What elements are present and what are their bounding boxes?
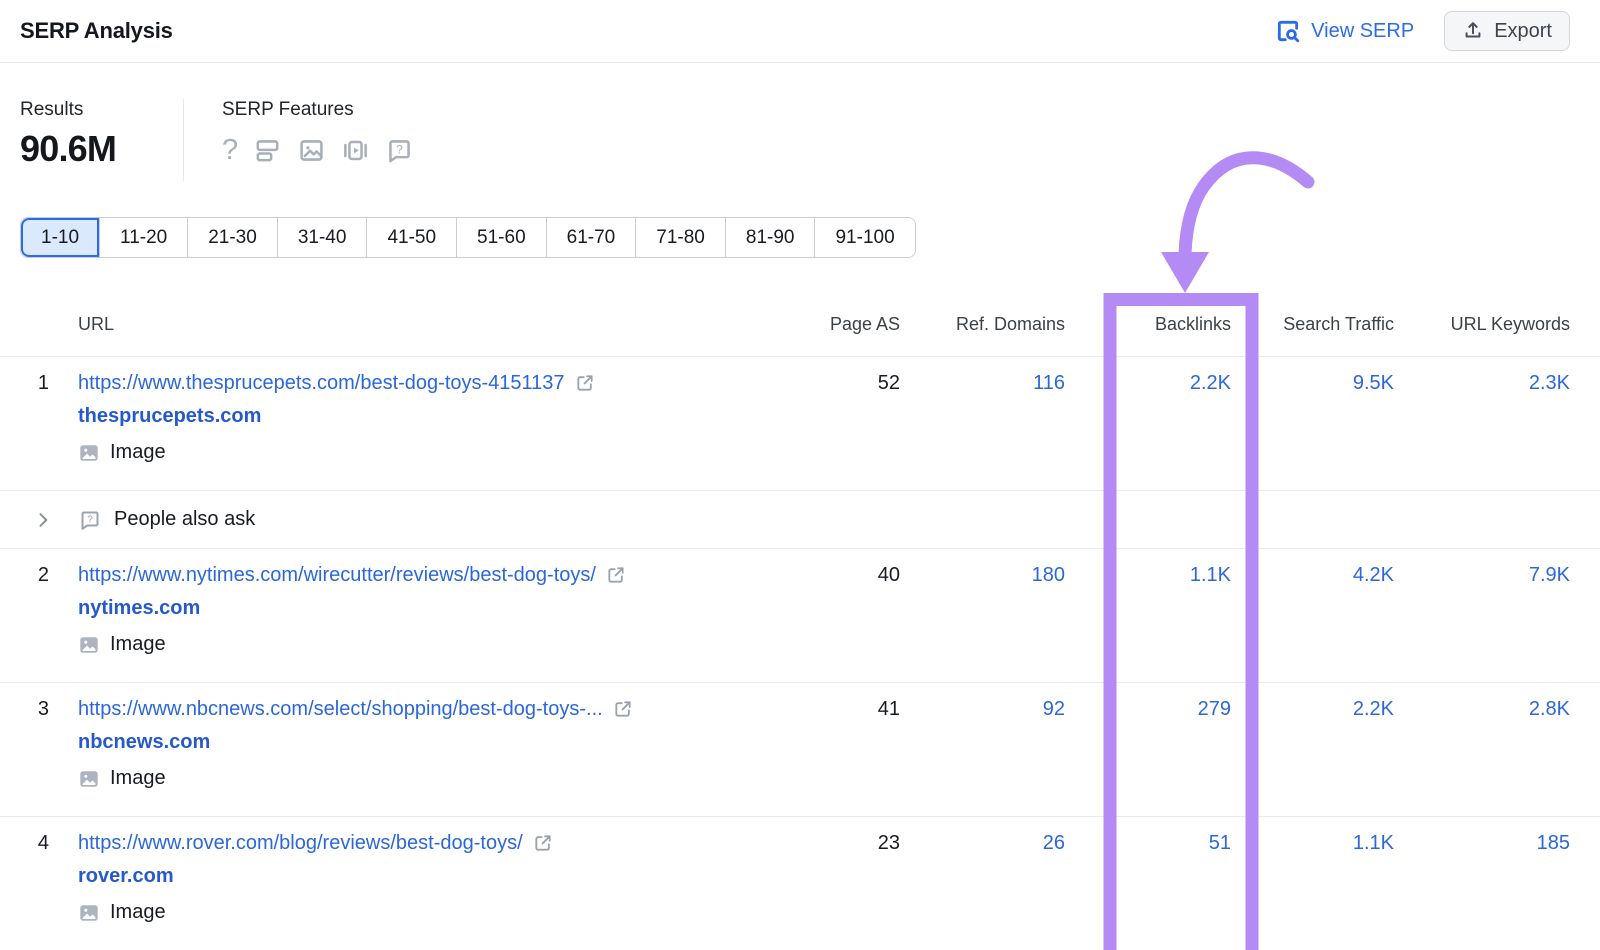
result-url-link[interactable]: https://www.nbcnews.com/select/shopping/… [78, 697, 603, 721]
chevron-right-icon[interactable] [33, 510, 53, 530]
page-tab-71-80[interactable]: 71-80 [635, 218, 725, 257]
external-link-icon[interactable] [533, 833, 553, 853]
ref-domains-value[interactable]: 116 [900, 357, 1065, 395]
video-icon [341, 136, 370, 165]
question-icon: ? [222, 136, 238, 165]
page-as-value: 52 [770, 357, 900, 395]
table-header-row: URL Page AS Ref. Domains Backlinks Searc… [0, 292, 1600, 357]
column-header-url-keywords: URL Keywords [1394, 314, 1600, 335]
image-feature-label: Image [110, 767, 166, 790]
results-value: 90.6M [20, 128, 183, 170]
page-as-value: 41 [770, 683, 900, 721]
image-feature-label: Image [110, 901, 166, 924]
result-url-link[interactable]: https://www.nytimes.com/wirecutter/revie… [78, 563, 596, 587]
external-link-icon[interactable] [613, 699, 633, 719]
serp-pagination: 1-10 11-20 21-30 31-40 41-50 51-60 61-70… [20, 217, 916, 258]
page-tab-81-90[interactable]: 81-90 [725, 218, 815, 257]
serp-analysis-page: SERP Analysis View SERP [0, 0, 1600, 950]
table-row: 4 https://www.rover.com/blog/reviews/bes… [0, 817, 1600, 950]
search-traffic-value[interactable]: 9.5K [1231, 357, 1394, 395]
page-tab-61-70[interactable]: 61-70 [546, 218, 636, 257]
backlinks-value[interactable]: 51 [1065, 817, 1231, 855]
ref-domains-value[interactable]: 92 [900, 683, 1065, 721]
column-header-url: URL [58, 314, 770, 335]
column-header-search-traffic: Search Traffic [1231, 314, 1394, 335]
external-link-icon[interactable] [575, 373, 595, 393]
serp-features-block: SERP Features ? [184, 99, 414, 181]
row-rank: 2 [0, 549, 58, 587]
export-button[interactable]: Export [1444, 11, 1570, 51]
result-url-link[interactable]: https://www.thesprucepets.com/best-dog-t… [78, 371, 565, 395]
table-row: 1 https://www.thesprucepets.com/best-dog… [0, 357, 1600, 491]
serp-features-label: SERP Features [222, 99, 414, 121]
result-domain-link[interactable]: rover.com [78, 865, 174, 887]
page-tab-1-10[interactable]: 1-10 [21, 218, 99, 257]
results-block: Results 90.6M [20, 99, 183, 181]
result-url-link[interactable]: https://www.rover.com/blog/reviews/best-… [78, 831, 523, 855]
serp-features-icons: ? [222, 134, 414, 166]
top-bar: SERP Analysis View SERP [0, 0, 1600, 63]
ref-domains-value[interactable]: 180 [900, 549, 1065, 587]
people-also-ask-label: People also ask [114, 508, 255, 531]
search-traffic-value[interactable]: 1.1K [1231, 817, 1394, 855]
search-traffic-value[interactable]: 4.2K [1231, 549, 1394, 587]
page-tab-21-30[interactable]: 21-30 [187, 218, 277, 257]
result-domain-link[interactable]: nytimes.com [78, 597, 200, 619]
search-traffic-value[interactable]: 2.2K [1231, 683, 1394, 721]
table-row: 2 https://www.nytimes.com/wirecutter/rev… [0, 549, 1600, 683]
page-tab-41-50[interactable]: 41-50 [366, 218, 456, 257]
page-title: SERP Analysis [20, 18, 173, 44]
url-keywords-value[interactable]: 7.9K [1394, 549, 1600, 587]
external-link-icon[interactable] [606, 565, 626, 585]
url-keywords-value[interactable]: 2.8K [1394, 683, 1600, 721]
question-bubble-icon: ? [78, 508, 102, 532]
svg-text:?: ? [396, 142, 403, 156]
view-serp-label: View SERP [1311, 20, 1414, 43]
page-tab-31-40[interactable]: 31-40 [277, 218, 367, 257]
results-label: Results [20, 99, 183, 121]
row-rank: 1 [0, 357, 58, 395]
people-also-ask-row[interactable]: ? People also ask [0, 491, 1600, 549]
serp-results-table: URL Page AS Ref. Domains Backlinks Searc… [0, 292, 1600, 950]
svg-text:?: ? [87, 514, 93, 525]
result-domain-link[interactable]: thesprucepets.com [78, 405, 261, 427]
ref-domains-value[interactable]: 26 [900, 817, 1065, 855]
backlinks-value[interactable]: 1.1K [1065, 549, 1231, 587]
page-as-value: 23 [770, 817, 900, 855]
image-feature-icon [78, 442, 100, 464]
image-feature-icon [78, 634, 100, 656]
annotation-arrowhead [1161, 252, 1209, 293]
image-pack-icon [297, 136, 326, 165]
view-serp-button[interactable]: View SERP [1275, 18, 1414, 44]
result-domain-link[interactable]: nbcnews.com [78, 731, 210, 753]
row-rank: 4 [0, 817, 58, 855]
column-header-backlinks: Backlinks [1065, 314, 1231, 335]
image-feature-label: Image [110, 633, 166, 656]
image-feature-icon [78, 902, 100, 924]
backlinks-value[interactable]: 279 [1065, 683, 1231, 721]
image-feature-label: Image [110, 441, 166, 464]
summary-section: Results 90.6M SERP Features ? [0, 63, 1600, 181]
table-row: 3 https://www.nbcnews.com/select/shoppin… [0, 683, 1600, 817]
people-also-ask-icon: ? [385, 136, 414, 165]
featured-snippet-icon [253, 136, 282, 165]
export-label: Export [1494, 20, 1552, 43]
page-tab-11-20[interactable]: 11-20 [99, 218, 187, 257]
url-keywords-value[interactable]: 185 [1394, 817, 1600, 855]
row-rank: 3 [0, 683, 58, 721]
column-header-ref-domains: Ref. Domains [900, 314, 1065, 335]
export-icon [1462, 20, 1484, 42]
url-keywords-value[interactable]: 2.3K [1394, 357, 1600, 395]
column-header-page-as: Page AS [770, 314, 900, 335]
view-serp-icon [1275, 18, 1301, 44]
backlinks-value[interactable]: 2.2K [1065, 357, 1231, 395]
page-tab-51-60[interactable]: 51-60 [456, 218, 546, 257]
top-bar-actions: View SERP Export [1275, 11, 1570, 51]
page-as-value: 40 [770, 549, 900, 587]
image-feature-icon [78, 768, 100, 790]
page-tab-91-100[interactable]: 91-100 [814, 218, 914, 257]
